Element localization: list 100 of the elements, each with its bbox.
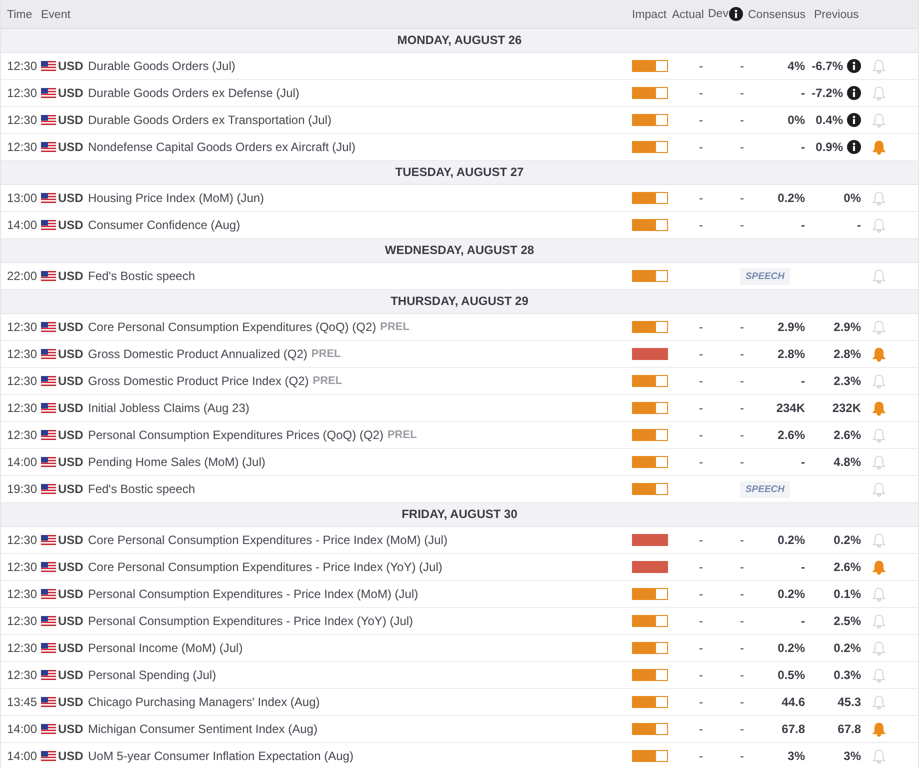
info-icon[interactable] [847, 140, 861, 154]
column-header: Dev [708, 8, 728, 20]
event-time: 12:30 [7, 374, 38, 388]
previous-value: 2.6% [834, 560, 861, 574]
bell-icon[interactable] [872, 428, 886, 442]
event-time: 12:30 [7, 347, 38, 361]
event-name[interactable]: Personal Consumption Expenditures - Price Index (YoY) (Jul) [88, 614, 414, 628]
event-name[interactable]: Personal Spending (Jul) [88, 668, 216, 682]
bell-icon[interactable] [872, 58, 886, 74]
bell-icon[interactable] [872, 320, 886, 334]
event-time: 12:30 [7, 86, 38, 100]
previous-value: 3% [844, 749, 861, 763]
deviation-value: - [740, 641, 744, 655]
flag-icon [41, 643, 56, 653]
event-name[interactable]: Nondefense Capital Goods Orders ex Aircraft (Jul) [88, 140, 356, 154]
bell-icon[interactable] [872, 694, 886, 710]
impact-bar [632, 192, 668, 204]
event-time: 12:30 [7, 140, 38, 154]
bell-icon[interactable] [872, 532, 886, 548]
info-icon[interactable] [729, 7, 744, 21]
impact-bar [632, 723, 668, 735]
impact-bar [632, 348, 668, 360]
bell-icon[interactable] [872, 190, 886, 206]
event-name[interactable]: Pending Home Sales (MoM) (Jul) [88, 455, 266, 469]
event-tag: PREL [387, 429, 417, 441]
flag-icon [41, 403, 56, 413]
currency-code: USD [58, 482, 84, 496]
event-time: 14:00 [7, 722, 38, 736]
flag-icon [41, 484, 56, 494]
consensus-value: - [801, 140, 805, 154]
bell-icon[interactable] [872, 86, 886, 100]
day-header: TUESDAY, AUGUST 27 [1, 161, 918, 185]
bell-icon[interactable] [872, 560, 886, 574]
event-time: 14:00 [7, 455, 38, 469]
event-name[interactable]: Gross Domestic Product Annualized (Q2) [88, 347, 308, 361]
previous-value: 0.9% [816, 140, 843, 154]
event-name[interactable]: Fed's Bostic speech [88, 269, 196, 283]
actual-value: - [699, 59, 703, 73]
info-icon[interactable] [847, 59, 861, 73]
bell-icon[interactable] [872, 400, 886, 416]
event-tag: PREL [312, 375, 342, 387]
event-name[interactable]: Personal Consumption Expenditures Prices (QoQ) (Q2) [88, 428, 384, 442]
deviation-value: - [740, 59, 744, 73]
previous-value: 45.3 [838, 695, 861, 709]
flag-icon [41, 697, 56, 707]
deviation-value: - [740, 113, 744, 127]
bell-icon[interactable] [872, 640, 886, 656]
bell-icon[interactable] [872, 374, 886, 388]
consensus-value: 2.6% [778, 428, 805, 442]
bell-icon[interactable] [872, 112, 886, 128]
bell-icon[interactable] [872, 668, 886, 682]
event-name[interactable]: Durable Goods Orders ex Transportation (Jul) [88, 113, 332, 127]
info-icon[interactable] [847, 86, 861, 100]
event-name[interactable]: Durable Goods Orders (Jul) [88, 59, 236, 73]
event-name[interactable]: Personal Consumption Expenditures - Price Index (MoM) (Jul) [88, 587, 418, 601]
event-name[interactable]: Durable Goods Orders ex Defense (Jul) [88, 86, 300, 100]
event-name[interactable]: Initial Jobless Claims (Aug 23) [88, 401, 250, 415]
event-name[interactable]: Fed's Bostic speech [88, 482, 196, 496]
info-icon[interactable] [847, 113, 861, 127]
bell-icon[interactable] [872, 722, 886, 736]
actual-value: - [699, 722, 703, 736]
bell-icon[interactable] [872, 268, 886, 284]
previous-value: 2.5% [834, 614, 861, 628]
event-name[interactable]: Core Personal Consumption Expenditures - Price Index (YoY) (Jul) [88, 560, 442, 574]
event-name[interactable]: Gross Domestic Product Price Index (Q2) [88, 374, 309, 388]
event-name[interactable]: Personal Income (MoM) (Jul) [88, 641, 243, 655]
bell-icon[interactable] [872, 482, 886, 496]
previous-value: -7.2% [812, 86, 843, 100]
event-time: 12:30 [7, 320, 38, 334]
bell-icon[interactable] [872, 218, 886, 232]
deviation-value: - [740, 428, 744, 442]
event-name[interactable]: Housing Price Index (MoM) (Jun) [88, 191, 264, 205]
bell-icon[interactable] [872, 140, 886, 154]
bell-icon[interactable] [872, 614, 886, 628]
actual-value: - [699, 86, 703, 100]
flag-icon [41, 376, 56, 386]
event-name[interactable]: Consumer Confidence (Aug) [88, 218, 240, 232]
event-time: 12:30 [7, 587, 38, 601]
currency-code: USD [58, 218, 84, 232]
previous-value: 0.4% [816, 113, 843, 127]
event-name[interactable]: Core Personal Consumption Expenditures (QoQ) (Q2) [88, 320, 376, 334]
event-name[interactable]: Chicago Purchasing Managers' Index (Aug) [88, 695, 320, 709]
event-name[interactable]: Michigan Consumer Sentiment Index (Aug) [88, 722, 318, 736]
deviation-value: - [740, 140, 744, 154]
event-time: 12:30 [7, 428, 38, 442]
bell-icon[interactable] [872, 454, 886, 470]
bell-icon[interactable] [872, 586, 886, 602]
currency-code: USD [58, 140, 84, 154]
actual-value: - [699, 587, 703, 601]
currency-code: USD [58, 401, 84, 415]
event-name[interactable]: UoM 5-year Consumer Inflation Expectation (Aug) [88, 749, 354, 763]
deviation-value: - [740, 668, 744, 682]
deviation-value: - [740, 455, 744, 469]
bell-icon[interactable] [872, 748, 886, 764]
event-name[interactable]: Core Personal Consumption Expenditures - Price Index (MoM) (Jul) [88, 533, 448, 547]
event-time: 12:30 [7, 533, 38, 547]
event-time: 14:00 [7, 749, 38, 763]
column-header: Impact [632, 9, 667, 21]
bell-icon[interactable] [872, 346, 886, 362]
actual-value: - [699, 191, 703, 205]
